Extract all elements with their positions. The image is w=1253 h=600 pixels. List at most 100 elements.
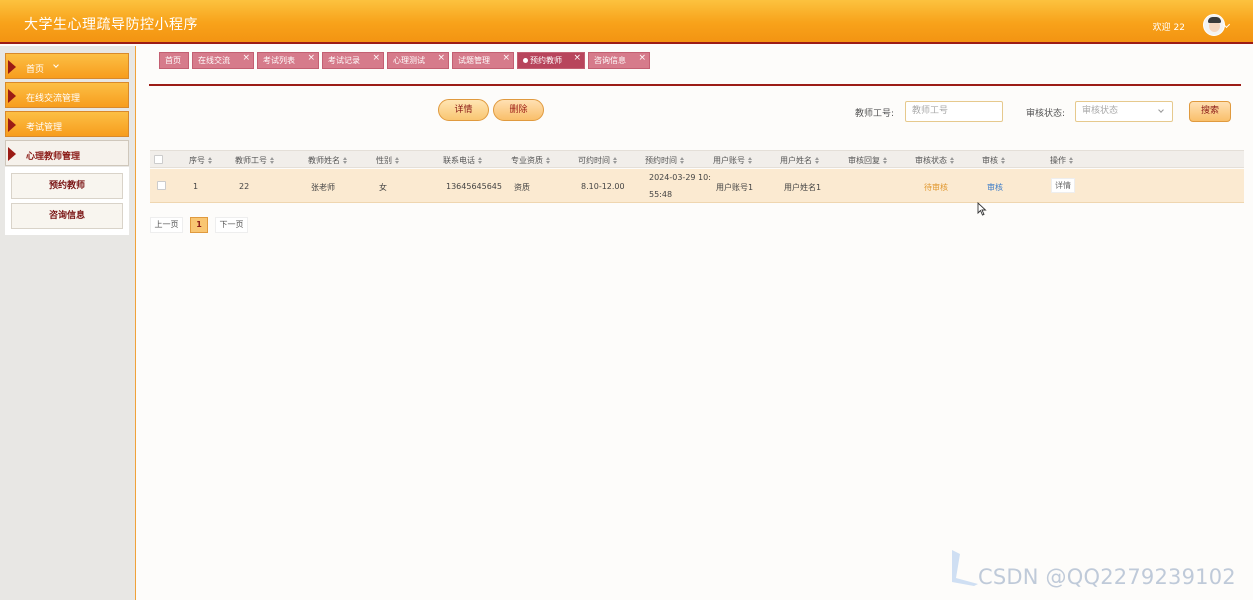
cell-booking-time-line2: 55:48	[649, 190, 673, 199]
page-number-button[interactable]: 1	[190, 217, 208, 233]
app-title: 大学生心理疏导防控小程序	[24, 17, 198, 33]
cell-phone: 13645645645	[446, 182, 502, 191]
watermark-text: CSDN @QQ2279239102	[978, 565, 1236, 589]
close-icon[interactable]: ×	[573, 51, 581, 66]
arrow-right-icon	[8, 118, 16, 132]
audit-link[interactable]: 审核	[987, 182, 1003, 193]
sort-icon	[208, 157, 213, 164]
top-header: 大学生心理疏导防控小程序 欢迎 22	[0, 0, 1253, 44]
status-select[interactable]: 审核状态	[1075, 101, 1173, 122]
sort-icon	[680, 157, 685, 164]
sort-icon	[395, 157, 400, 164]
cell-index: 1	[193, 182, 199, 191]
close-icon[interactable]: ×	[502, 51, 510, 66]
avatar[interactable]	[1203, 14, 1225, 36]
sort-icon	[1001, 157, 1006, 164]
next-page-button[interactable]: 下一页	[215, 217, 248, 233]
row-detail-button[interactable]: 详情	[1051, 178, 1075, 193]
active-dot-icon	[523, 58, 528, 63]
close-icon[interactable]: ×	[638, 51, 646, 66]
tab-consult-info[interactable]: 咨询信息 ×	[588, 52, 650, 69]
close-icon[interactable]: ×	[307, 51, 315, 66]
tab-exam-records[interactable]: 考试记录 ×	[322, 52, 384, 69]
close-icon[interactable]: ×	[437, 51, 445, 66]
tab-home[interactable]: 首页	[159, 52, 189, 69]
sidebar-subitem-book-teacher[interactable]: 预约教师	[11, 173, 123, 199]
header-cell[interactable]: 教师姓名	[308, 155, 348, 166]
sort-icon	[815, 157, 820, 164]
cell-teacher-id: 22	[239, 182, 250, 191]
sort-icon	[1069, 157, 1074, 164]
sort-icon	[950, 157, 955, 164]
header-cell[interactable]: 专业资质	[511, 155, 551, 166]
tab-label: 在线交流	[198, 56, 230, 65]
header-cell[interactable]: 审核回复	[848, 155, 888, 166]
prev-page-button[interactable]: 上一页	[150, 217, 183, 233]
tab-psych-test[interactable]: 心理测试 ×	[387, 52, 449, 69]
tab-label: 心理测试	[393, 56, 425, 65]
sort-icon	[613, 157, 618, 164]
header-cell[interactable]: 性别	[376, 155, 400, 166]
header-cell[interactable]: 审核	[982, 155, 1006, 166]
cell-available-time: 8.10-12.00	[581, 182, 625, 191]
close-icon[interactable]: ×	[242, 51, 250, 66]
sidebar-item-home[interactable]: 首页	[5, 53, 129, 79]
header-cell[interactable]: 联系电话	[443, 155, 483, 166]
cell-teacher-name: 张老师	[311, 183, 335, 192]
tab-label: 预约教师	[530, 56, 562, 65]
cell-gender: 女	[379, 183, 387, 192]
tab-label: 考试记录	[328, 56, 360, 65]
tab-label: 首页	[165, 56, 181, 65]
select-all-checkbox[interactable]	[154, 155, 163, 164]
tab-label: 考试列表	[263, 56, 295, 65]
sidebar-item-teacher-management[interactable]: 心理教师管理	[5, 140, 129, 166]
tab-exam-list[interactable]: 考试列表 ×	[257, 52, 319, 69]
sidebar-subitem-consult-info[interactable]: 咨询信息	[11, 203, 123, 229]
tab-question-management[interactable]: 试题管理 ×	[452, 52, 514, 69]
header-cell[interactable]: 可约时间	[578, 155, 618, 166]
chevron-down-icon	[1158, 107, 1164, 113]
tab-label: 咨询信息	[594, 56, 626, 65]
teacher-id-input[interactable]: 教师工号	[905, 101, 1003, 122]
avatar-hair-icon	[1208, 17, 1221, 23]
tab-label: 试题管理	[458, 56, 490, 65]
sidebar-item-exam-management[interactable]: 考试管理	[5, 111, 129, 137]
header-cell[interactable]: 教师工号	[235, 155, 275, 166]
welcome-text: 欢迎 22	[1152, 23, 1185, 33]
status-select-placeholder: 审核状态	[1082, 106, 1119, 116]
sidebar-item-label: 首页	[26, 65, 45, 75]
search-button[interactable]: 搜索	[1189, 101, 1231, 122]
chevron-down-icon	[53, 62, 59, 68]
cursor-arrow-icon	[977, 202, 987, 216]
arrow-right-icon	[8, 89, 16, 103]
cell-booking-time-line1: 2024-03-29 10:	[649, 173, 711, 182]
cell-status-badge: 待审核	[924, 183, 948, 192]
tab-online-chat[interactable]: 在线交流 ×	[192, 52, 254, 69]
teacher-id-label: 教师工号:	[855, 109, 895, 119]
header-cell[interactable]: 审核状态	[915, 155, 955, 166]
submenu-teacher: 预约教师 咨询信息	[5, 167, 129, 235]
sidebar-item-label: 心理教师管理	[26, 152, 81, 162]
table-row[interactable]: 1 22 张老师 女 13645645645 资质 8.10-12.00 202…	[150, 169, 1244, 203]
header-cell[interactable]: 用户姓名	[780, 155, 820, 166]
cell-user-name: 用户姓名1	[784, 183, 822, 192]
header-cell[interactable]: 操作	[1050, 155, 1074, 166]
tab-book-teacher[interactable]: 预约教师 ×	[517, 52, 585, 69]
detail-button[interactable]: 详情	[438, 99, 489, 121]
delete-button[interactable]: 删除	[493, 99, 544, 121]
header-cell[interactable]: 用户账号	[713, 155, 753, 166]
sort-icon	[546, 157, 551, 164]
sort-icon	[883, 157, 888, 164]
header-cell[interactable]: 序号	[189, 155, 213, 166]
sort-icon	[478, 157, 483, 164]
header-cell[interactable]: 预约时间	[645, 155, 685, 166]
sort-icon	[343, 157, 348, 164]
sidebar-item-chat-management[interactable]: 在线交流管理	[5, 82, 129, 108]
row-checkbox[interactable]	[157, 181, 166, 190]
sidebar-item-label: 考试管理	[26, 123, 63, 133]
cell-qualification: 资质	[514, 183, 530, 192]
table-header: 序号 教师工号 教师姓名 性别 联系电话 专业资质 可约时间 预约时间 用户账号…	[150, 150, 1244, 168]
arrow-right-icon	[8, 60, 16, 74]
close-icon[interactable]: ×	[372, 51, 380, 66]
arrow-right-icon	[8, 147, 16, 161]
